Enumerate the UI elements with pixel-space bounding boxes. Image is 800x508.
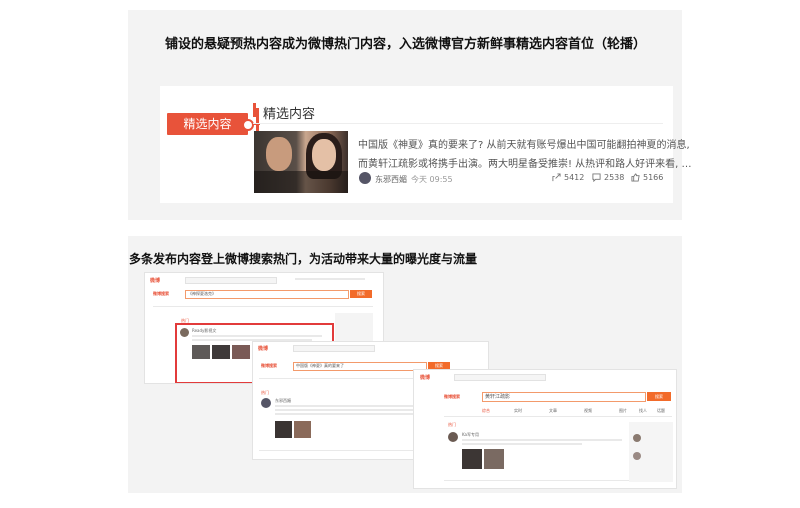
hot-label: 热门 — [448, 422, 456, 427]
avatar[interactable] — [633, 434, 641, 442]
nav-links — [295, 278, 365, 280]
tab-divider — [444, 416, 672, 417]
post-image[interactable] — [462, 449, 482, 469]
search-label: 微博搜索 — [261, 363, 277, 368]
user-name[interactable]: Ready影视文 — [192, 328, 216, 334]
avatar[interactable] — [633, 452, 641, 460]
post-image[interactable] — [484, 449, 504, 469]
tab-users[interactable]: 找人 — [639, 408, 647, 414]
post-image[interactable] — [294, 421, 311, 438]
avatar[interactable] — [359, 172, 371, 184]
tab-realtime[interactable]: 实时 — [514, 408, 522, 414]
top-search-bar[interactable] — [454, 374, 546, 381]
avatar[interactable] — [180, 328, 189, 337]
search-label: 微博搜索 — [153, 291, 169, 296]
tab-videos[interactable]: 视频 — [584, 408, 592, 414]
avatar[interactable] — [261, 398, 271, 408]
avatar[interactable] — [448, 432, 458, 442]
thumbnail-figure — [266, 137, 292, 171]
timeline-dot — [242, 119, 254, 131]
like-stat[interactable]: 5166 — [631, 173, 663, 182]
top-heading: 铺设的悬疑预热内容成为微博热门内容，入选微博官方新鲜事精选内容首位（轮播） — [165, 37, 647, 52]
thumbnail-figure — [312, 139, 336, 171]
tab-row — [153, 306, 373, 307]
bottom-heading: 多条发布内容登上微博搜索热门，为活动带来大量的曝光度与流量 — [129, 252, 478, 266]
tab-images[interactable]: 图片 — [619, 408, 627, 414]
comment-stat[interactable]: 2538 — [592, 173, 625, 183]
post-text-line — [462, 443, 582, 445]
share-icon — [552, 173, 561, 182]
post-image[interactable] — [192, 345, 210, 359]
search-screenshot-3: 微博 微博搜索 黄轩江疏影 搜索 综合 实时 文章 视频 图片 找人 话题 热门… — [413, 369, 677, 489]
search-button[interactable]: 搜索 — [647, 392, 671, 401]
comment-count: 2538 — [604, 173, 625, 182]
post-time: 今天 09:55 — [411, 175, 453, 184]
sidebar-card — [335, 313, 373, 343]
search-button[interactable]: 搜索 — [350, 290, 372, 298]
weibo-logo: 微博 — [420, 375, 431, 381]
post-text-line — [462, 439, 622, 441]
post-image[interactable] — [212, 345, 230, 359]
like-count: 5166 — [643, 173, 664, 182]
like-icon — [631, 173, 640, 182]
weibo-logo: 微博 — [258, 346, 269, 352]
post-text-line — [192, 335, 322, 337]
post-text-line[interactable]: 中国版《神夏》真的要来了? 从前天就有账号爆出中国可能翻拍神夏的消息, — [358, 136, 690, 151]
post-thumbnail[interactable] — [254, 131, 348, 193]
post-image[interactable] — [275, 421, 292, 438]
section-title: 精选内容 — [263, 107, 316, 122]
top-search-bar[interactable] — [185, 277, 277, 284]
post-text-line[interactable]: 而黄轩江疏影或将携手出演。两大明星备受推崇! 从热评和路人好评来看, … — [358, 155, 692, 170]
share-count: 5412 — [564, 173, 585, 182]
user-name[interactable]: 东邪西媚 — [275, 398, 291, 404]
share-stat[interactable]: 5412 — [552, 173, 584, 182]
tab-topics[interactable]: 话题 — [657, 408, 665, 414]
tab-articles[interactable]: 文章 — [549, 408, 557, 414]
hot-label: 热门 — [261, 390, 269, 395]
search-input[interactable]: 中国版《神夏》真的要来了 — [293, 362, 427, 371]
post-text-line — [275, 413, 415, 415]
post-text-line — [275, 405, 425, 407]
post-image[interactable] — [232, 345, 250, 359]
featured-tag: 精选内容 — [167, 113, 248, 135]
card-divider — [253, 123, 663, 124]
thumbnail-shade — [254, 171, 348, 193]
search-input[interactable]: 《神探夏洛克》 — [185, 290, 349, 299]
author-name[interactable]: 东邪西媚 — [375, 174, 407, 185]
weibo-logo: 微博 — [150, 278, 161, 284]
post-actions — [444, 480, 639, 481]
post-text-line — [275, 409, 420, 411]
search-input[interactable]: 黄轩江疏影 — [482, 392, 646, 402]
search-label: 微博搜索 — [444, 394, 460, 399]
top-search-bar[interactable] — [293, 345, 375, 352]
section-marker — [253, 103, 256, 117]
comment-icon — [592, 173, 601, 183]
user-name[interactable]: Ka军专用 — [462, 432, 479, 438]
tab-comprehensive[interactable]: 综合 — [482, 408, 490, 414]
